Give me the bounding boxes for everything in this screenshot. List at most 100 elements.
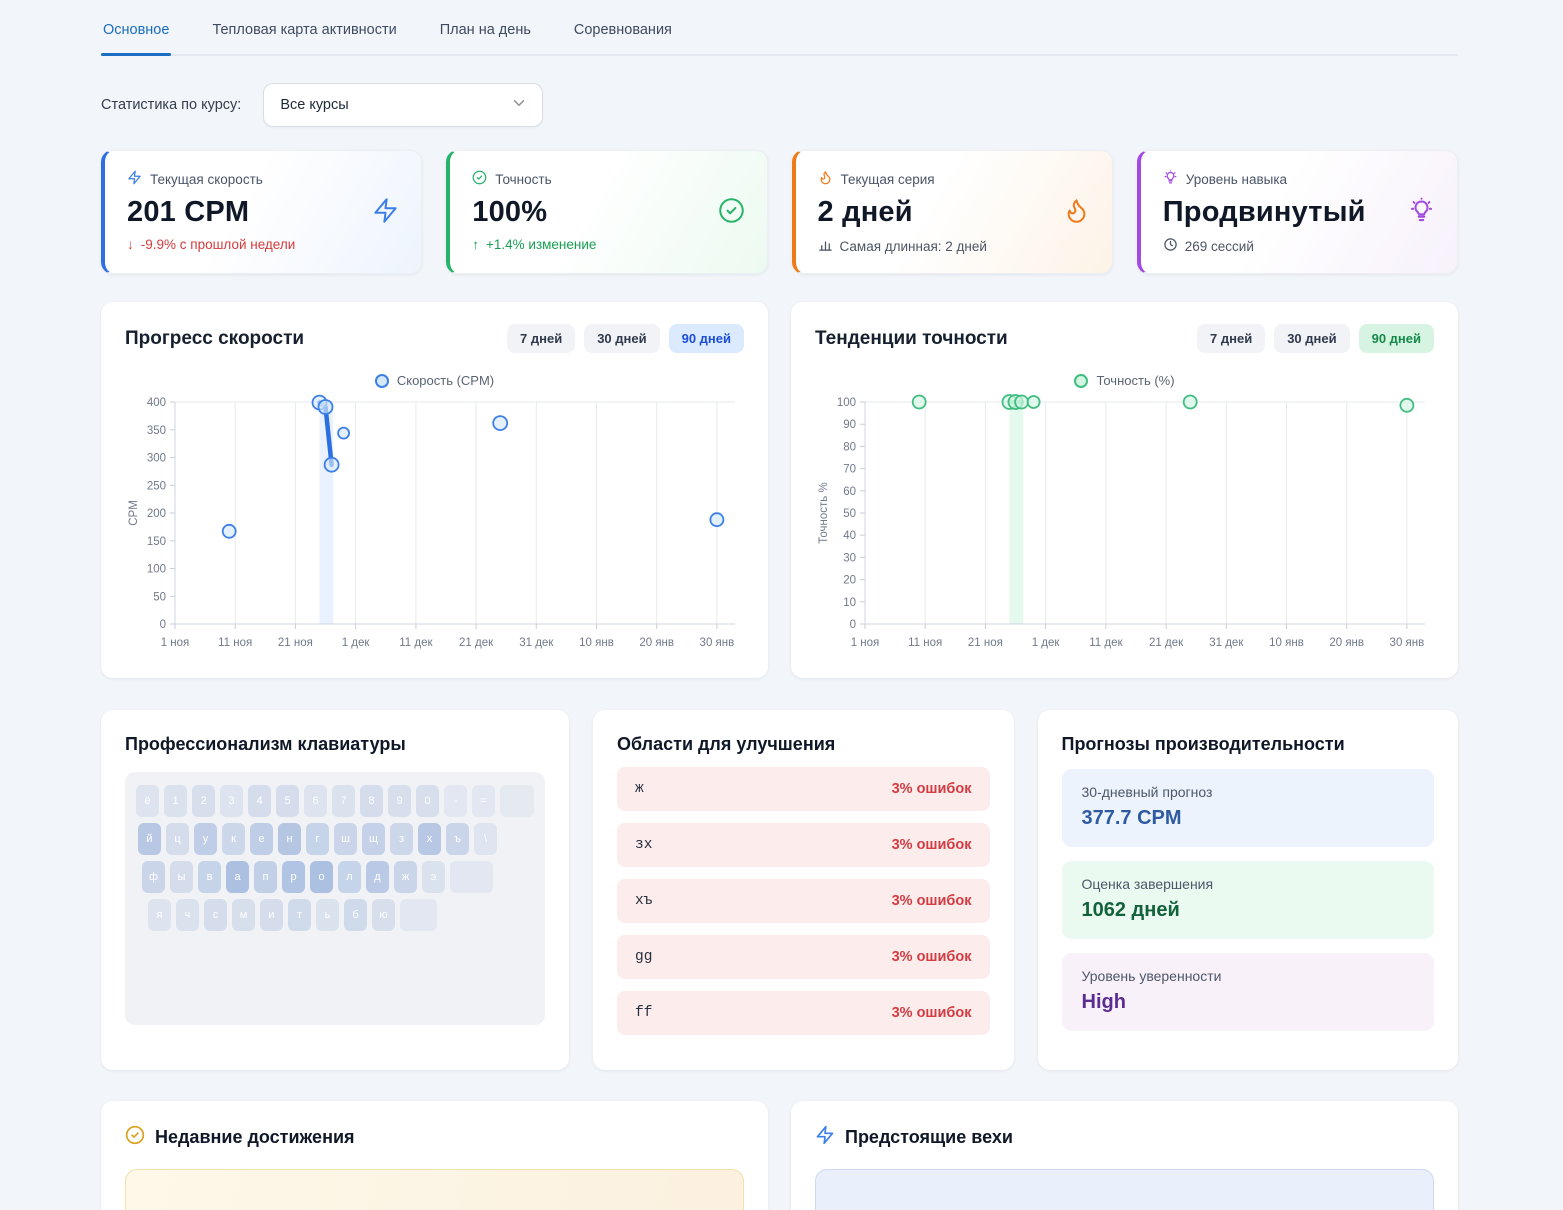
improvement-item: хъ 3% ошибок: [617, 879, 990, 923]
svg-text:11 дек: 11 дек: [399, 637, 433, 649]
svg-text:250: 250: [147, 480, 166, 492]
chart-svg: 1 ноя11 ноя21 ноя1 дек11 дек21 дек31 дек…: [125, 392, 744, 658]
chart-title: Прогресс скорости: [125, 328, 304, 350]
forecast-label: Оценка завершения: [1082, 876, 1415, 892]
stat-value: 201 CPM: [127, 196, 249, 229]
data-point: [1015, 396, 1028, 409]
svg-text:1 дек: 1 дек: [1032, 637, 1061, 649]
range-button[interactable]: 90 дней: [669, 324, 744, 353]
milestones-title: Предстоящие вехи: [845, 1127, 1013, 1148]
range-button[interactable]: 7 дней: [507, 324, 575, 353]
svg-text:11 ноя: 11 ноя: [908, 637, 942, 649]
improvement-item: зх3% ошибок: [617, 823, 990, 867]
improvement-error-rate: 3% ошибок: [892, 893, 972, 909]
check-circle-icon: [718, 197, 745, 229]
forecast-value: High: [1082, 991, 1415, 1014]
stat-card-skill: Уровень навыка Продвинутый 269 сессий: [1137, 150, 1458, 274]
keyboard-key: е: [250, 823, 273, 855]
legend-label: Точность (%): [1096, 373, 1174, 388]
stat-title: Уровень навыка: [1186, 172, 1287, 187]
data-point: [493, 416, 507, 430]
achievements-title: Недавние достижения: [155, 1127, 355, 1148]
keyboard-key: 2: [192, 785, 215, 817]
keyboard-key: к: [222, 823, 245, 855]
range-button[interactable]: 90 дней: [1359, 324, 1434, 353]
keyboard-proficiency-card: Профессионализм клавиатуры ё1234567890-=…: [101, 710, 569, 1070]
keyboard-key: ж: [394, 861, 417, 893]
keyboard-key: ъ: [446, 823, 469, 855]
dashboard-page: Основное Тепловая карта активности План на…: [0, 0, 1563, 1210]
improvement-key: ж: [635, 781, 644, 797]
svg-text:20: 20: [843, 575, 856, 587]
milestone-item: [815, 1169, 1434, 1210]
clock-icon: [1163, 237, 1178, 255]
range-button[interactable]: 7 дней: [1197, 324, 1265, 353]
keyboard-key: п: [254, 861, 277, 893]
improvement-key: хъ: [635, 893, 652, 909]
svg-text:50: 50: [153, 591, 166, 603]
keyboard-key: ш: [334, 823, 357, 855]
tab-2[interactable]: План на день: [438, 20, 533, 54]
legend-label: Скорость (CPM): [397, 373, 494, 388]
forecast-value: 1062 дней: [1082, 899, 1415, 922]
svg-text:100: 100: [837, 397, 856, 409]
improvement-item: ff3% ошибок: [617, 991, 990, 1035]
data-point: [319, 400, 333, 414]
forecast-item: Оценка завершения 1062 дней: [1062, 861, 1435, 939]
keyboard-key: з: [390, 823, 413, 855]
chart-mount: 1 ноя11 ноя21 ноя1 дек11 дек21 дек31 дек…: [125, 392, 744, 658]
keyboard-key: и: [260, 899, 283, 931]
svg-text:0: 0: [850, 619, 856, 631]
range-button[interactable]: 30 дней: [584, 324, 659, 353]
svg-text:21 ноя: 21 ноя: [968, 637, 1003, 649]
forecast-item: Уровень уверенностиHigh: [1062, 953, 1435, 1031]
forecast-label: 30-дневный прогноз: [1082, 784, 1415, 800]
keyboard-key: =: [472, 785, 495, 817]
keyboard-key: [500, 785, 534, 817]
keyboard-key: ц: [166, 823, 189, 855]
svg-text:60: 60: [843, 486, 856, 498]
tab-bar: Основное Тепловая карта активности План на…: [101, 0, 1458, 56]
svg-text:300: 300: [147, 453, 166, 465]
forecast-card: Прогнозы производительности 30-дневный п…: [1038, 710, 1459, 1070]
course-select[interactable]: Все курсы: [263, 83, 543, 127]
achievement-item: [125, 1169, 744, 1210]
info-row: Профессионализм клавиатуры ё1234567890-=…: [101, 710, 1458, 1070]
bottom-row: Недавние достижения Предстоящие вехи: [101, 1101, 1458, 1210]
keyboard-key: а: [226, 861, 249, 893]
improvement-error-rate: 3% ошибок: [892, 949, 972, 965]
forecast-list: 30-дневный прогноз377.7 CPM Оценка заверш…: [1062, 769, 1435, 1031]
keyboard-key: ы: [170, 861, 193, 893]
range-group: 7 дней 30 дней 90 дней: [507, 324, 744, 353]
keyboard-key: л: [338, 861, 361, 893]
svg-text:30: 30: [843, 552, 856, 564]
svg-text:100: 100: [147, 564, 166, 576]
keyboard-key: 3: [220, 785, 243, 817]
keyboard-key: [400, 899, 437, 931]
range-button[interactable]: 30 дней: [1274, 324, 1349, 353]
legend-dot: [375, 374, 389, 388]
keyboard-key: 1: [164, 785, 187, 817]
keyboard-key: ч: [176, 899, 199, 931]
data-point: [325, 458, 339, 472]
improvement-error-rate: 3% ошибок: [892, 781, 972, 797]
svg-text:1 ноя: 1 ноя: [851, 637, 880, 649]
improvement-error-rate: 3% ошибок: [892, 1005, 972, 1021]
tab-1[interactable]: Тепловая карта активности: [210, 20, 398, 54]
keyboard-heatmap: ё1234567890-=йцукенгшщзхъ\фывапролджэячс…: [125, 772, 545, 1025]
stat-title: Текущая скорость: [150, 172, 263, 187]
svg-text:21 дек: 21 дек: [1149, 637, 1184, 649]
data-point: [913, 396, 926, 409]
chart-mount: 1 ноя11 ноя21 ноя1 дек11 дек21 дек31 дек…: [815, 392, 1434, 658]
svg-text:20 янв: 20 янв: [639, 637, 674, 649]
keyboard-key: 7: [332, 785, 355, 817]
forecast-item: 30-дневный прогноз377.7 CPM: [1062, 769, 1435, 847]
stat-value: 100%: [472, 196, 547, 229]
svg-text:Точность %: Точность %: [818, 482, 830, 543]
svg-text:11 ноя: 11 ноя: [218, 637, 252, 649]
tab-0[interactable]: Основное: [101, 20, 171, 54]
tab-3[interactable]: Соревнования: [572, 20, 674, 54]
keyboard-key: д: [366, 861, 389, 893]
award-check-icon: [125, 1125, 145, 1150]
course-select-value: Все курсы: [280, 97, 348, 113]
